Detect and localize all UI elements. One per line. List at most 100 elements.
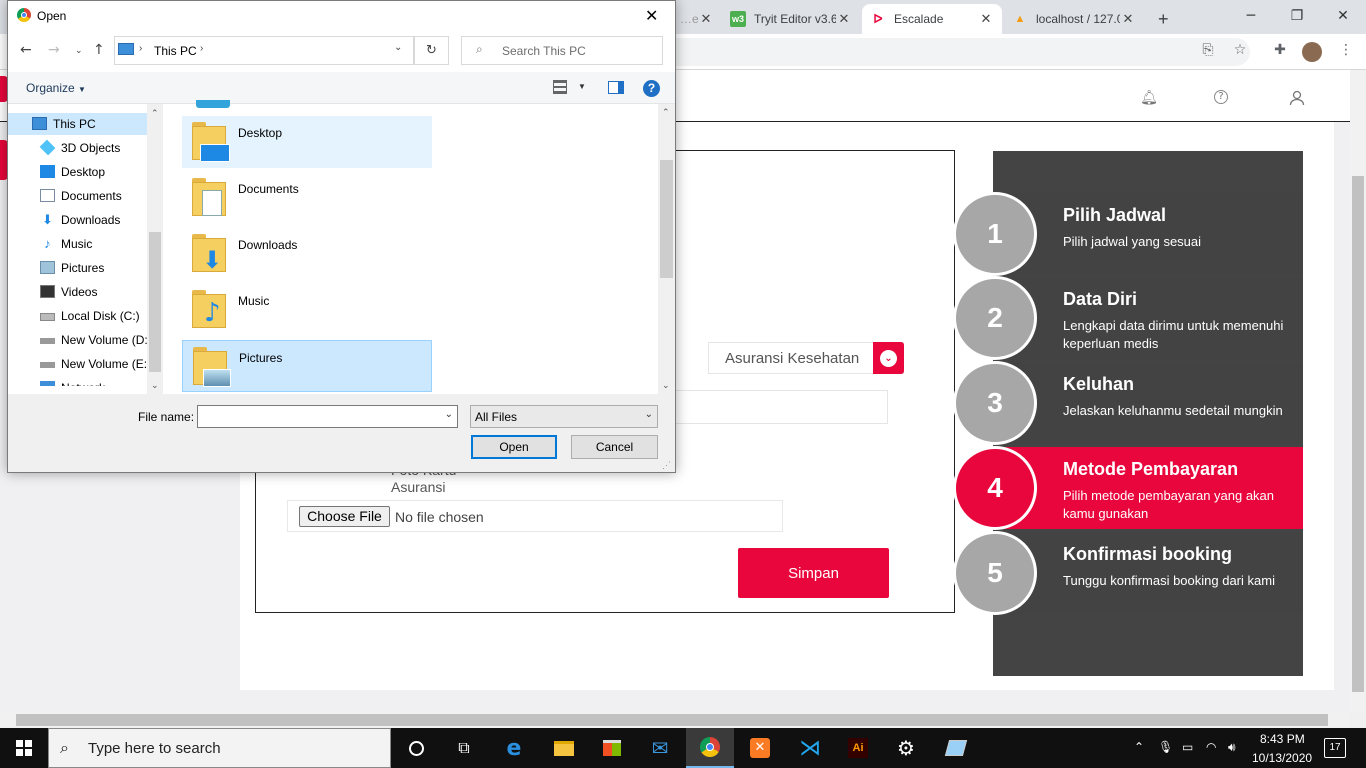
nav-item[interactable]: New Volume (D:) [8,329,152,351]
nav-item[interactable]: Videos [8,281,147,303]
clock-date[interactable]: 10/13/2020 [1252,751,1312,765]
search-icon: ⌕ [60,738,69,757]
file-name-input[interactable]: ⌄ [197,405,458,428]
page-hscroll-thumb[interactable] [16,714,1328,726]
chevron-down-icon[interactable]: ⌄ [445,409,453,420]
vscode-icon[interactable]: ⋊ [786,728,834,768]
tab-close-icon[interactable]: ✕ [978,11,994,27]
new-tab-button[interactable]: + [1150,4,1180,34]
recent-locations-icon[interactable]: ⌄ [75,46,83,56]
choose-file-button[interactable]: Choose File [299,506,390,527]
start-button[interactable] [0,728,48,768]
text-field[interactable] [668,390,888,424]
menu-kebab-icon[interactable]: ⋮ [1336,42,1356,62]
tab-close-icon[interactable]: ✕ [836,11,852,27]
forward-arrow-icon[interactable]: → [48,42,60,58]
volume-icon[interactable]: 🔊︎ [1228,740,1236,755]
profile-avatar[interactable] [1302,42,1322,62]
battery-icon[interactable]: ▭ [1182,740,1193,754]
show-hidden-icons-icon[interactable]: ⌃ [1134,740,1144,754]
bell-icon[interactable]: 🔔︎ [1140,90,1158,108]
folder-item[interactable]: ⬇ Downloads [182,228,432,280]
scroll-down-icon[interactable]: ⌄ [662,380,670,391]
extensions-icon[interactable]: ✚ [1270,42,1290,62]
browser-tab-1[interactable]: …efa ✕ [672,4,722,34]
open-button[interactable]: Open [471,435,557,459]
folder-item[interactable]: Pictures [182,340,432,392]
scroll-up-icon[interactable]: ⌃ [662,107,670,118]
tab-close-icon[interactable]: ✕ [1120,11,1136,27]
folder-item[interactable]: ♪ Music [182,284,432,336]
back-arrow-icon[interactable]: ← [20,42,32,58]
xampp-icon[interactable]: ✕ [736,728,784,768]
translate-icon[interactable]: ⎘ [1198,42,1218,62]
label-line-2: Asuransi [391,479,446,495]
nav-item[interactable]: 3D Objects [8,137,147,159]
nav-item[interactable]: Network [8,377,147,386]
close-icon[interactable]: ✕ [645,6,658,25]
nav-item[interactable]: Documents [8,185,147,207]
view-options-icon[interactable] [553,80,567,94]
task-view-icon[interactable]: ⧉ [440,728,488,768]
page-scroll-thumb[interactable] [1352,176,1364,692]
scroll-up-icon[interactable]: ⌃ [151,108,159,119]
insurance-select[interactable]: Asuransi Kesehatan ⌄ [708,342,904,374]
user-icon[interactable] [1288,90,1306,108]
chevron-down-icon[interactable]: ⌄ [873,342,904,374]
illustrator-icon[interactable]: Ai [834,728,882,768]
microphone-icon[interactable]: 🎙︎ [1158,740,1173,754]
address-bar[interactable] [600,38,1250,66]
save-button[interactable]: Simpan [738,548,889,598]
notepad-icon[interactable] [932,728,980,768]
mail-icon[interactable]: ✉ [636,728,684,768]
browser-tab-localhost[interactable]: ▲ localhost / 127.0.0.1 ✕ [1004,4,1144,34]
clock-time[interactable]: 8:43 PM [1260,732,1305,746]
nav-item[interactable]: Local Disk (C:) [8,305,147,327]
scroll-down-icon[interactable]: ⌄ [151,380,159,391]
resize-grip-icon[interactable]: ⋰ [662,460,671,471]
edge-icon[interactable]: e [490,728,538,768]
address-dropdown-icon[interactable]: ⌄ [394,42,402,53]
up-arrow-icon[interactable]: ↑ [93,42,105,58]
notification-center-icon[interactable]: 17 [1324,738,1346,758]
nav-item[interactable]: New Volume (E:) [8,353,151,375]
bookmark-star-icon[interactable]: ☆ [1230,42,1250,62]
nav-item[interactable]: Desktop [8,161,147,183]
chrome-taskbar-icon[interactable] [686,728,734,768]
nav-item-label: New Volume (E:) [61,357,152,371]
minimize-icon[interactable]: ─ [1228,0,1274,32]
breadcrumb-this-pc[interactable]: This PC [154,44,197,58]
breadcrumb-separator-icon[interactable]: › [200,43,203,54]
content-scroll-thumb[interactable] [660,160,673,278]
store-icon[interactable] [588,728,636,768]
window-close-icon[interactable]: ✕ [1320,0,1366,32]
nav-item-label: New Volume (D:) [61,333,152,347]
organize-menu[interactable]: Organize ▼ [26,81,86,95]
step-title: Keluhan [1063,374,1135,394]
tab-close-icon[interactable]: ✕ [698,11,714,27]
wifi-icon[interactable]: ◠ [1206,740,1216,754]
restore-icon[interactable]: ❐ [1274,0,1320,32]
nav-item[interactable]: Pictures [8,257,147,279]
preview-pane-icon[interactable] [608,81,624,94]
browser-tab-escalade[interactable]: ᐅ Escalade ✕ [862,4,1002,34]
cancel-button[interactable]: Cancel [571,435,658,459]
settings-gear-icon[interactable]: ⚙ [882,728,930,768]
folder-item[interactable]: Documents [182,172,432,224]
file-explorer-icon[interactable] [540,728,588,768]
file-type-select[interactable]: All Files ⌄ [470,405,658,428]
nav-item[interactable]: ⬇ Downloads [8,209,147,231]
help-icon[interactable]: ? [643,80,660,97]
browser-tab-tryit[interactable]: w3 Tryit Editor v3.6 ✕ [722,4,860,34]
help-icon[interactable]: ? [1214,90,1228,104]
cortana-icon[interactable] [392,728,440,768]
nav-item-label: 3D Objects [61,141,121,155]
nav-item[interactable]: This PC [8,113,147,135]
refresh-icon[interactable]: ↻ [414,36,449,65]
view-dropdown-icon[interactable]: ▼ [578,82,586,91]
folder-item[interactable]: Desktop [182,116,432,168]
nav-item-label: Videos [61,285,98,299]
nav-item[interactable]: ♪ Music [8,233,147,255]
nav-scroll-thumb[interactable] [149,232,161,372]
chevron-down-icon[interactable]: ⌄ [645,409,653,420]
